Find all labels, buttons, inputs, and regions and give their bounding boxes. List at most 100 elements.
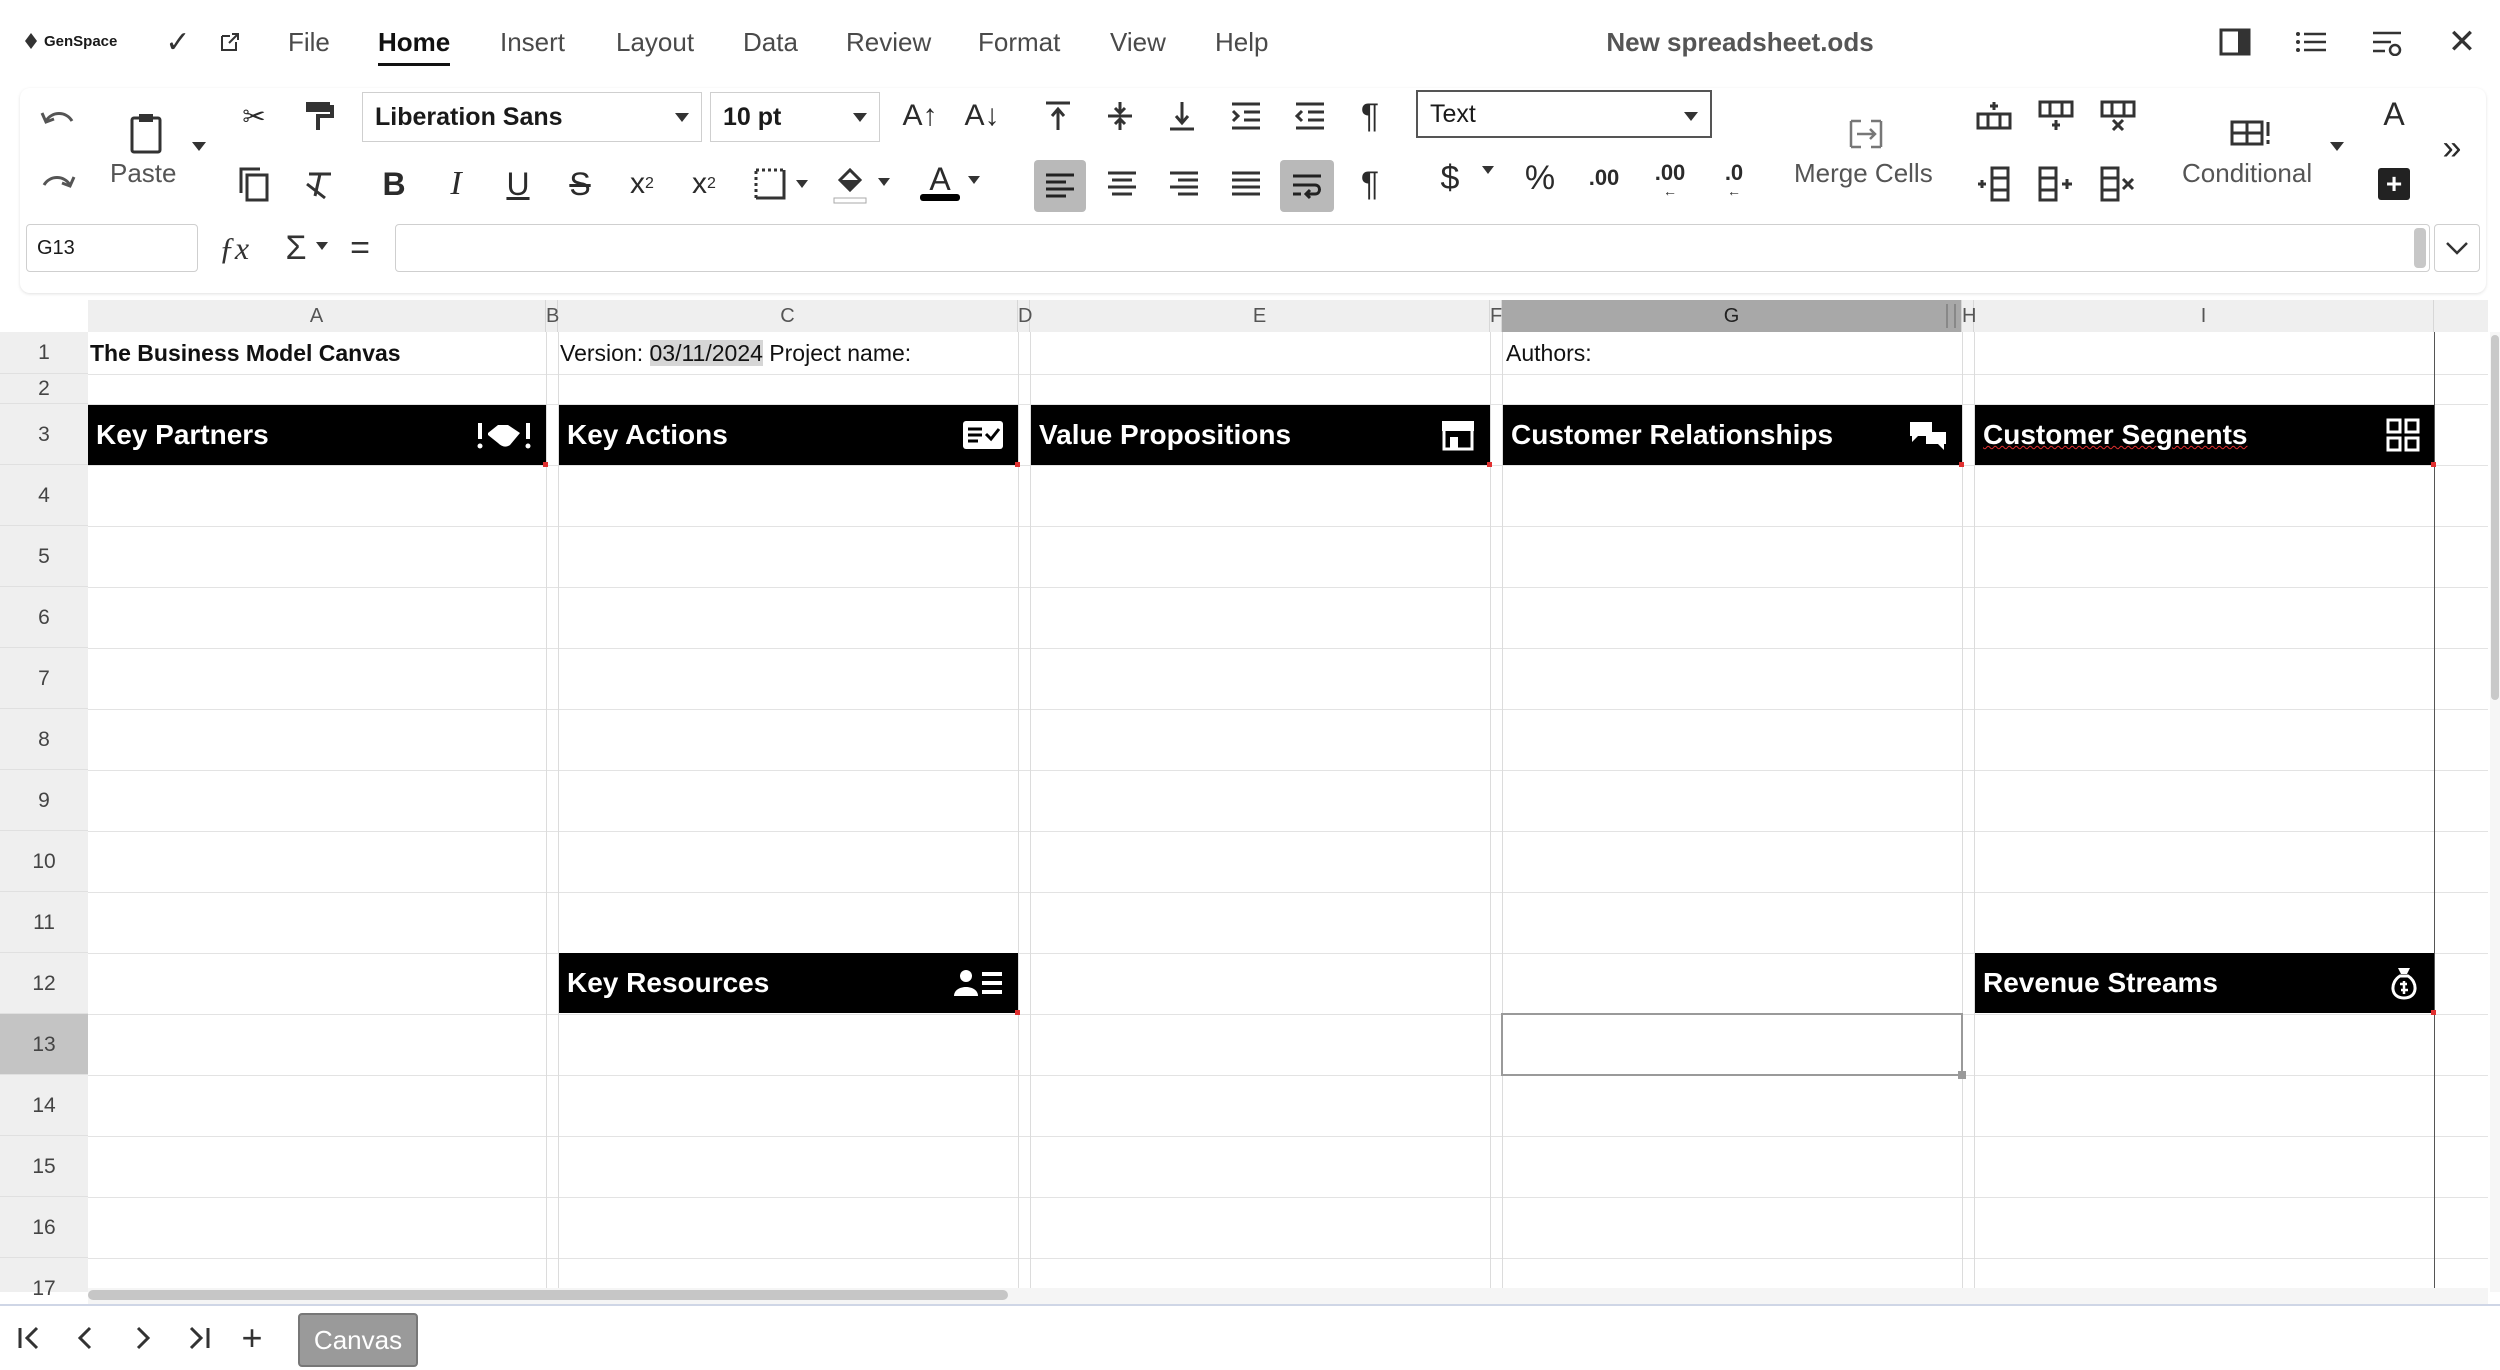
- align-right-icon[interactable]: [1160, 160, 1208, 208]
- justify-icon[interactable]: [1222, 160, 1270, 208]
- column-header-g[interactable]: G: [1502, 300, 1962, 332]
- menu-data[interactable]: Data: [743, 22, 798, 62]
- column-header-a[interactable]: A: [88, 300, 546, 332]
- settings-sliders-icon[interactable]: [2367, 22, 2407, 62]
- delete-row-icon[interactable]: [2094, 92, 2142, 140]
- align-center-icon[interactable]: [1098, 160, 1146, 208]
- sidebar-toggle-icon[interactable]: [2215, 22, 2255, 62]
- cell-grid[interactable]: The Business Model Canvas Version: 03/11…: [88, 332, 2488, 1292]
- first-sheet-icon[interactable]: [10, 1318, 50, 1358]
- underline-icon[interactable]: U: [494, 160, 542, 208]
- indent-increase-icon[interactable]: [1222, 92, 1270, 140]
- align-top-icon[interactable]: [1034, 92, 1082, 140]
- zero-decimal-icon[interactable]: .0 ←: [1710, 154, 1758, 202]
- insert-column-right-icon[interactable]: [2032, 160, 2080, 208]
- horizontal-scroll-thumb[interactable]: [88, 1290, 1008, 1300]
- key-actions-header[interactable]: Key Actions: [559, 405, 1020, 467]
- redo-icon[interactable]: [34, 160, 82, 208]
- cut-icon[interactable]: ✂: [230, 92, 278, 140]
- open-external-icon[interactable]: [212, 24, 248, 60]
- row-header[interactable]: 12: [0, 953, 88, 1014]
- currency-dropdown-icon[interactable]: [1482, 166, 1494, 174]
- align-left-icon[interactable]: [1034, 160, 1086, 212]
- cell-reference-box[interactable]: G13: [26, 224, 198, 272]
- format-painter-icon[interactable]: [295, 92, 343, 140]
- next-sheet-icon[interactable]: [122, 1318, 162, 1358]
- customer-relationships-header[interactable]: Customer Relationships: [1503, 405, 1964, 467]
- formula-input[interactable]: [395, 224, 2430, 272]
- subscript-icon[interactable]: x2: [618, 160, 666, 208]
- sum-dropdown-icon[interactable]: [316, 242, 328, 250]
- column-header-f[interactable]: F: [1490, 300, 1502, 332]
- row-header[interactable]: 10: [0, 831, 88, 892]
- number-format-select[interactable]: Text: [1416, 90, 1712, 138]
- row-header[interactable]: 16: [0, 1197, 88, 1258]
- row-header[interactable]: 9: [0, 770, 88, 831]
- paragraph-ltr-icon[interactable]: ¶: [1346, 92, 1394, 140]
- checkmark-icon[interactable]: ✓: [160, 24, 196, 60]
- key-partners-header[interactable]: Key Partners: [88, 405, 548, 467]
- menu-format[interactable]: Format: [978, 22, 1060, 62]
- row-header[interactable]: 3: [0, 404, 88, 465]
- conditional-button[interactable]: Conditional: [2182, 158, 2312, 189]
- undo-icon[interactable]: [34, 96, 82, 144]
- align-bottom-icon[interactable]: [1158, 92, 1206, 140]
- shrink-font-icon[interactable]: A↓: [958, 92, 1006, 140]
- menu-layout[interactable]: Layout: [616, 22, 694, 62]
- font-color-dropdown-icon[interactable]: [968, 176, 980, 184]
- insert-column-left-icon[interactable]: [1970, 160, 2018, 208]
- wrap-text-icon[interactable]: [1280, 160, 1334, 212]
- indent-decrease-icon[interactable]: [1286, 92, 1334, 140]
- menu-view[interactable]: View: [1110, 22, 1166, 62]
- clear-formatting-icon[interactable]: [295, 160, 343, 208]
- strikethrough-icon[interactable]: S: [556, 160, 604, 208]
- menu-home[interactable]: Home: [378, 22, 451, 66]
- menu-insert[interactable]: Insert: [500, 22, 565, 62]
- column-header-b[interactable]: B: [546, 300, 559, 332]
- styles-icon[interactable]: A: [2370, 90, 2418, 138]
- align-middle-icon[interactable]: [1096, 92, 1144, 140]
- row-header[interactable]: 2: [0, 374, 88, 404]
- expand-formula-icon[interactable]: [2434, 224, 2480, 272]
- equals-icon[interactable]: =: [340, 224, 380, 272]
- merge-cells-button[interactable]: Merge Cells: [1794, 158, 1933, 189]
- value-propositions-header[interactable]: Value Propositions: [1031, 405, 1492, 467]
- borders-icon[interactable]: [746, 160, 794, 208]
- key-resources-header[interactable]: Key Resources: [559, 953, 1020, 1015]
- fill-color-dropdown-icon[interactable]: [878, 178, 890, 186]
- grow-font-icon[interactable]: A↑: [896, 92, 944, 140]
- font-name-select[interactable]: Liberation Sans: [362, 92, 702, 142]
- font-size-select[interactable]: 10 pt: [710, 92, 880, 142]
- paste-dropdown-icon[interactable]: [192, 142, 206, 151]
- font-color-icon[interactable]: A: [916, 158, 964, 206]
- insert-row-below-icon[interactable]: [2032, 92, 2080, 140]
- conditional-dropdown-icon[interactable]: [2330, 142, 2344, 151]
- add-icon[interactable]: +: [2378, 168, 2410, 200]
- italic-icon[interactable]: I: [432, 160, 480, 208]
- paste-button[interactable]: Paste: [110, 158, 177, 189]
- menu-help[interactable]: Help: [1215, 22, 1268, 62]
- close-icon[interactable]: ✕: [2442, 22, 2482, 62]
- sheet-tab-canvas[interactable]: Canvas: [298, 1313, 418, 1367]
- menu-review[interactable]: Review: [846, 22, 931, 62]
- currency-icon[interactable]: $: [1426, 154, 1474, 202]
- paragraph-rtl-icon[interactable]: ¶: [1346, 160, 1394, 208]
- last-sheet-icon[interactable]: [178, 1318, 218, 1358]
- percent-icon[interactable]: %: [1516, 154, 1564, 202]
- merge-cells-icon[interactable]: [1846, 116, 1886, 152]
- row-header[interactable]: 14: [0, 1075, 88, 1136]
- superscript-icon[interactable]: x2: [680, 160, 728, 208]
- add-sheet-icon[interactable]: +: [232, 1317, 272, 1358]
- column-header-i[interactable]: I: [1974, 300, 2434, 332]
- copy-icon[interactable]: [230, 160, 278, 208]
- column-header-h[interactable]: H: [1962, 300, 1976, 332]
- column-header-e[interactable]: E: [1030, 300, 1490, 332]
- more-tools-icon[interactable]: »: [2428, 124, 2476, 172]
- row-header[interactable]: 8: [0, 709, 88, 770]
- function-wizard-icon[interactable]: ƒx: [210, 224, 258, 272]
- row-header[interactable]: 7: [0, 648, 88, 709]
- row-header-selected[interactable]: 13: [0, 1014, 88, 1075]
- row-header[interactable]: 1: [0, 332, 88, 374]
- vertical-scroll-thumb[interactable]: [2491, 335, 2499, 700]
- revenue-streams-header[interactable]: Revenue Streams: [1975, 953, 2436, 1015]
